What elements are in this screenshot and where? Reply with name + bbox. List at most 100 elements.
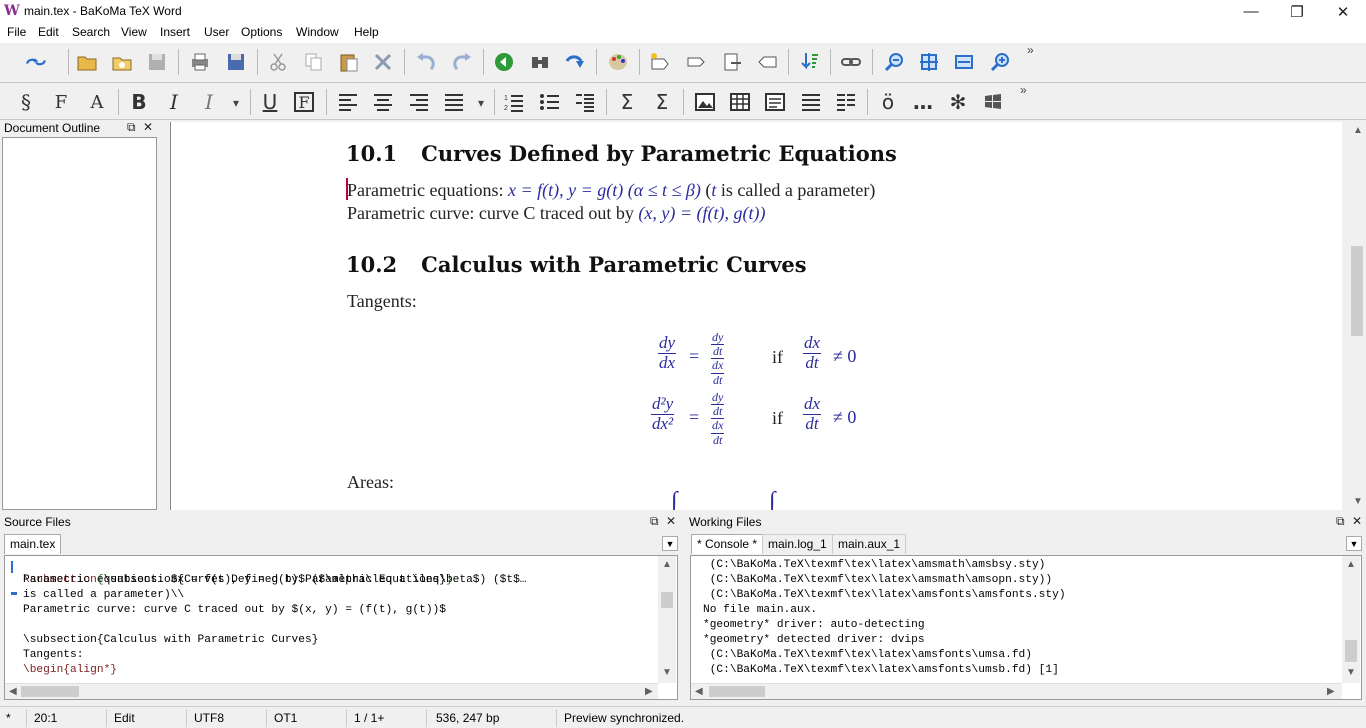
menu-file[interactable]: File	[7, 25, 26, 39]
close-button[interactable]: ✕	[1320, 0, 1366, 23]
menu-search[interactable]: Search	[72, 25, 110, 39]
label-icon[interactable]	[684, 50, 708, 74]
fit-width-icon[interactable]	[952, 50, 976, 74]
font-family-icon[interactable]: F	[49, 90, 73, 114]
menu-user[interactable]: User	[204, 25, 229, 39]
zoom-out-icon[interactable]	[882, 50, 906, 74]
outline-float-icon[interactable]: ⧉	[127, 120, 136, 135]
ellipsis-icon[interactable]: …	[911, 90, 935, 114]
menu-window[interactable]: Window	[296, 25, 339, 39]
align-left-icon[interactable]	[336, 90, 360, 114]
working-float-icon[interactable]: ⧉	[1336, 514, 1345, 529]
align-right-icon[interactable]	[407, 90, 431, 114]
source-close-icon[interactable]: ✕	[666, 514, 676, 528]
bullet-list-icon[interactable]	[538, 90, 562, 114]
undo-icon[interactable]	[414, 50, 438, 74]
style-dropdown-icon[interactable]: ▾	[233, 96, 239, 110]
windows-icon[interactable]	[981, 90, 1005, 114]
section-icon[interactable]: §	[14, 90, 38, 114]
source-float-icon[interactable]: ⧉	[650, 514, 659, 529]
table-icon[interactable]	[728, 90, 752, 114]
redo-icon[interactable]	[450, 50, 474, 74]
save-icon[interactable]	[145, 50, 169, 74]
minimize-button[interactable]: —	[1228, 0, 1274, 23]
source-vscrollbar[interactable]: ▲ ▼	[658, 556, 676, 683]
document-outline-tree[interactable]	[2, 137, 157, 510]
source-line-7: Tangents:	[23, 649, 84, 661]
title-bar: W main.tex - BaKoMa TeX Word — ❐ ✕	[0, 0, 1366, 23]
minipage-icon[interactable]	[763, 90, 787, 114]
back-icon[interactable]	[492, 50, 516, 74]
numbered-list-icon[interactable]: 12	[502, 90, 526, 114]
link-icon[interactable]	[839, 50, 863, 74]
restore-button[interactable]: ❐	[1274, 0, 1320, 23]
description-list-icon[interactable]	[573, 90, 597, 114]
working-tab-dropdown-icon[interactable]: ▼	[1346, 536, 1362, 551]
outline-close-icon[interactable]: ✕	[143, 120, 153, 134]
display-math-icon[interactable]: Σ	[650, 90, 674, 114]
new-label-icon[interactable]	[648, 50, 672, 74]
align-dropdown-icon[interactable]: ▾	[478, 96, 484, 110]
tab-console[interactable]: * Console *	[691, 534, 764, 554]
svg-text:1: 1	[504, 95, 508, 102]
preview-scrollbar[interactable]: ▲ ▼	[1348, 122, 1366, 510]
back-reference-icon[interactable]	[755, 50, 779, 74]
cut-icon[interactable]	[266, 50, 290, 74]
parametric-equations-line: Parametric equations: x = f(t), y = g(t)…	[347, 180, 876, 200]
working-close-icon[interactable]: ✕	[1352, 514, 1362, 528]
menu-help[interactable]: Help	[354, 25, 379, 39]
console-line-8: (C:\BaKoMa.TeX\texmf\tex\latex\amsfonts\…	[703, 664, 1059, 676]
source-tab-dropdown-icon[interactable]: ▼	[662, 536, 678, 551]
palette-icon[interactable]	[606, 50, 630, 74]
console-hscrollbar[interactable]: ◀ ▶	[691, 683, 1342, 699]
slanted-icon[interactable]: I	[197, 90, 221, 114]
tab-main-log[interactable]: main.log_1	[762, 534, 833, 554]
tabbing-icon[interactable]	[799, 90, 823, 114]
print-icon[interactable]	[188, 50, 212, 74]
compile-icon[interactable]	[16, 50, 56, 74]
align-center-icon[interactable]	[371, 90, 395, 114]
console-output[interactable]: (C:\BaKoMa.TeX\texmf\tex\latex\amsmath\a…	[690, 555, 1362, 700]
underline-icon[interactable]: U	[258, 90, 282, 114]
source-hscrollbar[interactable]: ◀ ▶	[5, 683, 658, 699]
sum-icon[interactable]: Σ	[615, 90, 639, 114]
tab-main-aux[interactable]: main.aux_1	[832, 534, 907, 554]
copy-icon[interactable]	[302, 50, 326, 74]
italic-icon[interactable]: I	[162, 90, 186, 114]
accent-icon[interactable]: ö	[876, 90, 900, 114]
find-next-icon[interactable]	[563, 50, 587, 74]
menu-options[interactable]: Options	[241, 25, 282, 39]
toolbar-overflow-icon[interactable]: »	[1027, 43, 1034, 57]
cursor-position: 20:1	[34, 711, 58, 725]
console-vscrollbar[interactable]: ▲ ▼	[1342, 556, 1360, 683]
preview-pane[interactable]: 10.1 Curves Defined by Parametric Equatio…	[170, 122, 1342, 510]
image-icon[interactable]	[693, 90, 717, 114]
not-equal-zero: ≠ 0	[833, 346, 857, 366]
reference-icon[interactable]	[720, 50, 744, 74]
symbol-icon[interactable]: ✻	[946, 90, 970, 114]
framed-icon[interactable]: F	[294, 92, 314, 112]
paste-icon[interactable]	[337, 50, 361, 74]
font-size-icon[interactable]: A	[85, 90, 109, 114]
tab-main-tex[interactable]: main.tex	[4, 534, 62, 554]
array-icon[interactable]	[834, 90, 858, 114]
open-recent-icon[interactable]	[110, 50, 134, 74]
find-icon[interactable]	[528, 50, 552, 74]
menu-insert[interactable]: Insert	[160, 25, 190, 39]
page-status: 1 / 1+	[354, 711, 385, 725]
sort-down-icon[interactable]	[797, 50, 821, 74]
menu-edit[interactable]: Edit	[38, 25, 59, 39]
fit-page-icon[interactable]	[917, 50, 941, 74]
zoom-in-icon[interactable]	[988, 50, 1012, 74]
delete-icon[interactable]	[371, 50, 395, 74]
status-message: Preview synchronized.	[564, 711, 685, 725]
not-equal-zero-2: ≠ 0	[833, 407, 857, 427]
format-toolbar-overflow-icon[interactable]: »	[1020, 83, 1027, 97]
open-folder-icon[interactable]	[75, 50, 99, 74]
menu-view[interactable]: View	[121, 25, 147, 39]
save-all-icon[interactable]	[224, 50, 248, 74]
justify-icon[interactable]	[442, 90, 466, 114]
source-editor[interactable]: \subsection{\subsection{Curves Defined b…	[4, 555, 678, 700]
bold-icon[interactable]: B	[127, 90, 151, 114]
gutter-marker	[11, 561, 13, 573]
